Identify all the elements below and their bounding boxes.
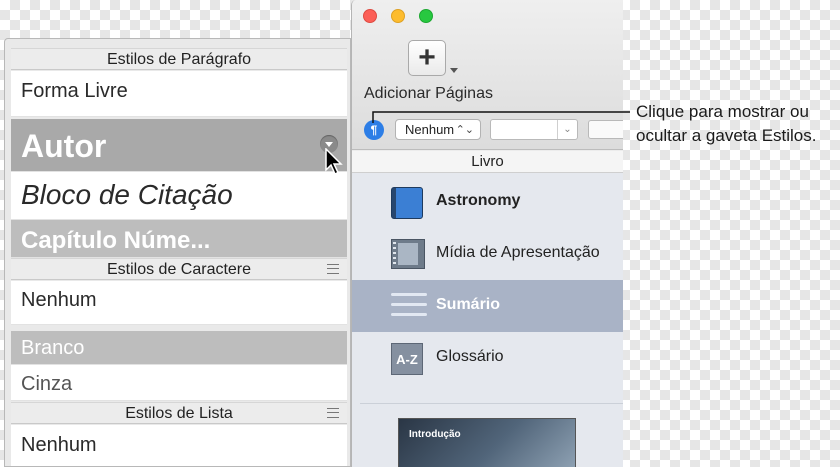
az-icon-text: A-Z: [396, 352, 418, 367]
sidebar-item-label: Astronomy: [436, 192, 521, 209]
sidebar-item-glossario[interactable]: A-Z Glossário: [352, 334, 623, 384]
character-style-branco[interactable]: Branco: [11, 331, 347, 365]
az-icon: A-Z: [391, 343, 423, 375]
style-label: Branco: [21, 337, 85, 359]
sidebar-item-label: Mídia de Apresentação: [436, 244, 600, 261]
close-window-button[interactable]: [363, 9, 377, 23]
sidebar-item-astronomy[interactable]: Astronomy: [352, 178, 623, 228]
thumbnail-label: Introdução: [409, 429, 461, 440]
plus-icon: +: [418, 41, 436, 74]
style-label: Capítulo Núme...: [21, 227, 211, 254]
divider: [360, 403, 623, 404]
sidebar-item-sumario[interactable]: Sumário: [352, 280, 623, 332]
styles-drawer: Estilos de Parágrafo Forma Livre Autor B…: [4, 38, 351, 467]
pilcrow-icon: ¶: [370, 123, 378, 137]
sidebar-item-midia[interactable]: Mídia de Apresentação: [352, 230, 623, 280]
updown-arrows-icon: ⌃⌄: [455, 124, 474, 136]
callout-line-1: Clique para mostrar ou: [636, 102, 809, 121]
add-pages-caret-icon[interactable]: [450, 68, 458, 73]
style-label: Bloco de Citação: [21, 179, 233, 210]
app-window: + Adicionar Páginas ¶ Nenhum ⌃⌄ ⌄ Livro …: [351, 0, 623, 467]
paragraph-style-capitulo-numero[interactable]: Capítulo Núme...: [11, 220, 347, 258]
sidebar-header-label: Livro: [471, 153, 504, 170]
character-styles-header: Estilos de Caractere: [11, 258, 347, 280]
character-style-nenhum[interactable]: Nenhum: [11, 281, 347, 325]
paragraph-styles-header-label: Estilos de Parágrafo: [106, 51, 252, 68]
character-style-cinza[interactable]: Cinza: [11, 365, 347, 401]
toolbar: + Adicionar Páginas ¶ Nenhum ⌃⌄ ⌄: [352, 0, 623, 150]
callout-text: Clique para mostrar ou ocultar a gaveta …: [636, 100, 816, 148]
list-icon: [391, 291, 427, 321]
sidebar-item-label: Glossário: [436, 348, 504, 365]
styles-drawer-toggle-button[interactable]: ¶: [364, 120, 384, 140]
page-thumbnail-introducao[interactable]: Introdução: [398, 418, 576, 467]
style-label: Autor: [21, 128, 107, 164]
sidebar: Astronomy Mídia de Apresentação Sumário …: [352, 173, 623, 467]
section-menu-icon[interactable]: [327, 264, 339, 274]
zoom-window-button[interactable]: [419, 9, 433, 23]
paragraph-style-bloco-citacao[interactable]: Bloco de Citação: [11, 172, 347, 220]
film-icon: [391, 239, 425, 269]
character-styles-header-label: Estilos de Caractere: [106, 261, 252, 278]
style-label: Forma Livre: [21, 80, 128, 102]
section-menu-icon[interactable]: [327, 408, 339, 418]
book-icon: [391, 187, 423, 219]
callout-line-2: ocultar a gaveta Estilos.: [636, 126, 817, 145]
paragraph-style-autor[interactable]: Autor: [11, 119, 347, 172]
sidebar-item-label: Sumário: [436, 296, 501, 313]
list-styles-header-label: Estilos de Lista: [125, 405, 233, 422]
mouse-cursor-icon: [325, 148, 343, 176]
paragraph-styles-header: Estilos de Parágrafo: [11, 48, 347, 70]
minimize-window-button[interactable]: [391, 9, 405, 23]
list-style-nenhum[interactable]: Nenhum: [11, 425, 347, 466]
style-label: Cinza: [21, 373, 73, 395]
callout-leader-line: [372, 111, 630, 123]
style-label: Nenhum: [21, 434, 97, 456]
add-pages-label: Adicionar Páginas: [364, 85, 493, 102]
paragraph-style-forma-livre[interactable]: Forma Livre: [11, 71, 347, 117]
style-popup-value: Nenhum: [405, 122, 455, 137]
style-label: Nenhum: [21, 289, 97, 311]
list-styles-header: Estilos de Lista: [11, 402, 347, 424]
sidebar-header: Livro: [352, 151, 623, 173]
add-pages-button[interactable]: +: [408, 40, 446, 76]
